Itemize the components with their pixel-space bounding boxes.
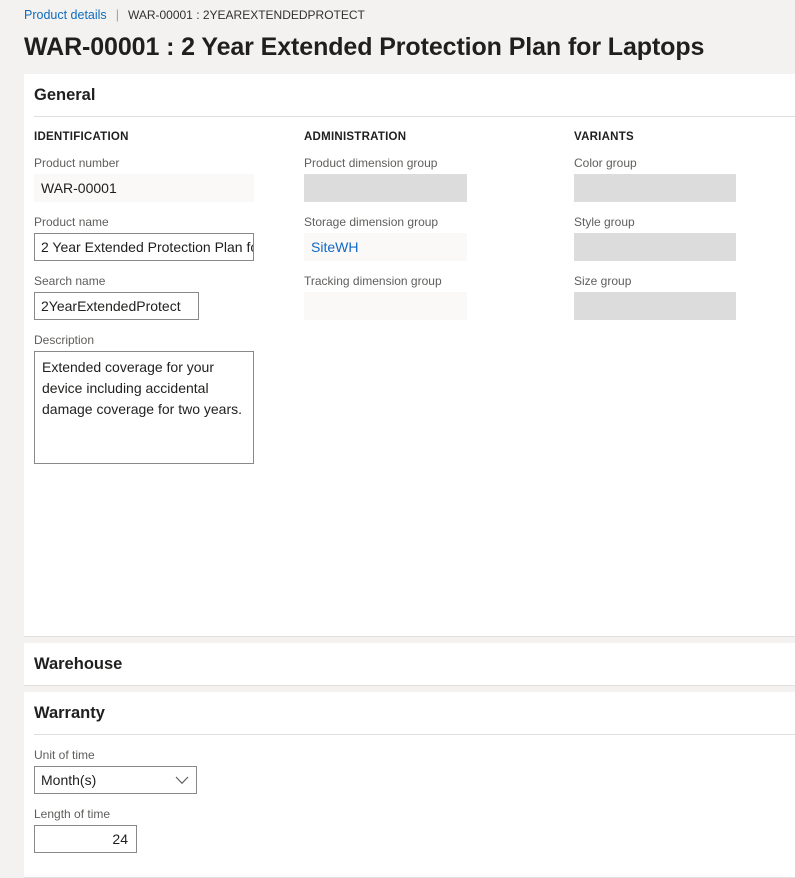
label-size-group: Size group (574, 274, 632, 288)
general-columns: IDENTIFICATION Product number WAR-00001 … (34, 131, 795, 476)
label-storage-dimension-group: Storage dimension group (304, 215, 439, 229)
page-title: WAR-00001 : 2 Year Extended Protection P… (24, 33, 705, 61)
breadcrumb-separator: | (115, 8, 119, 22)
field-unit-of-time: Unit of time Month(s) (34, 747, 795, 794)
label-product-name: Product name (34, 215, 109, 229)
panel-header-general[interactable]: General (24, 74, 795, 116)
panel-body-warranty: Unit of time Month(s) Length of time 24 (24, 735, 795, 877)
select-unit-of-time[interactable]: Month(s) (34, 766, 197, 794)
label-product-dimension-group: Product dimension group (304, 156, 438, 170)
field-description: Description Extended coverage for your d… (34, 332, 304, 464)
column-variants: VARIANTS Color group Style group Size gr… (574, 131, 794, 332)
field-size-group: Size group (574, 273, 794, 320)
label-description: Description (34, 333, 95, 347)
input-description[interactable]: Extended coverage for your device includ… (34, 351, 254, 464)
label-color-group: Color group (574, 156, 637, 170)
label-search-name: Search name (34, 274, 106, 288)
column-identification: IDENTIFICATION Product number WAR-00001 … (34, 131, 304, 476)
label-tracking-dimension-group: Tracking dimension group (304, 274, 442, 288)
group-title-administration: ADMINISTRATION (304, 131, 407, 143)
field-tracking-dimension-group: Tracking dimension group (304, 273, 574, 320)
input-storage-dimension-group[interactable]: SiteWH (304, 233, 467, 261)
group-title-identification: IDENTIFICATION (34, 131, 129, 143)
input-length-of-time[interactable]: 24 (34, 825, 137, 853)
page-header: Product details | WAR-00001 : 2YEAREXTEN… (0, 0, 795, 74)
field-length-of-time: Length of time 24 (34, 806, 795, 853)
input-product-number[interactable]: WAR-00001 (34, 174, 254, 202)
breadcrumb-current-record: WAR-00001 : 2YEAREXTENDEDPROTECT (127, 8, 365, 22)
input-product-dimension-group (304, 174, 467, 202)
label-product-number: Product number (34, 156, 120, 170)
field-product-name: Product name 2 Year Extended Protection … (34, 214, 304, 261)
input-size-group (574, 292, 736, 320)
select-unit-of-time-value[interactable]: Month(s) (34, 766, 197, 794)
group-title-variants: VARIANTS (574, 131, 634, 143)
panel-warehouse: Warehouse (24, 643, 795, 686)
label-style-group: Style group (574, 215, 635, 229)
field-storage-dimension-group: Storage dimension group SiteWH (304, 214, 574, 261)
field-product-dimension-group: Product dimension group (304, 155, 574, 202)
column-administration: ADMINISTRATION Product dimension group S… (304, 131, 574, 332)
input-search-name[interactable]: 2YearExtendedProtect (34, 292, 199, 320)
input-tracking-dimension-group[interactable] (304, 292, 467, 320)
field-product-number: Product number WAR-00001 (34, 155, 304, 202)
panel-general: General IDENTIFICATION Product number WA… (24, 74, 795, 637)
input-style-group (574, 233, 736, 261)
field-color-group: Color group (574, 155, 794, 202)
input-product-name[interactable]: 2 Year Extended Protection Plan for Lapt… (34, 233, 254, 261)
label-unit-of-time: Unit of time (34, 748, 95, 762)
label-length-of-time: Length of time (34, 807, 111, 821)
breadcrumb-link-product-details[interactable]: Product details (24, 6, 107, 24)
field-style-group: Style group (574, 214, 794, 261)
breadcrumb: Product details | WAR-00001 : 2YEAREXTEN… (24, 6, 795, 24)
panel-header-warranty[interactable]: Warranty (24, 692, 795, 734)
panel-stack: General IDENTIFICATION Product number WA… (0, 74, 795, 878)
panel-header-warehouse[interactable]: Warehouse (24, 643, 795, 685)
panel-body-general: IDENTIFICATION Product number WAR-00001 … (24, 117, 795, 636)
input-color-group (574, 174, 736, 202)
field-search-name: Search name 2YearExtendedProtect (34, 273, 304, 320)
panel-warranty: Warranty Unit of time Month(s) Length of… (24, 692, 795, 878)
